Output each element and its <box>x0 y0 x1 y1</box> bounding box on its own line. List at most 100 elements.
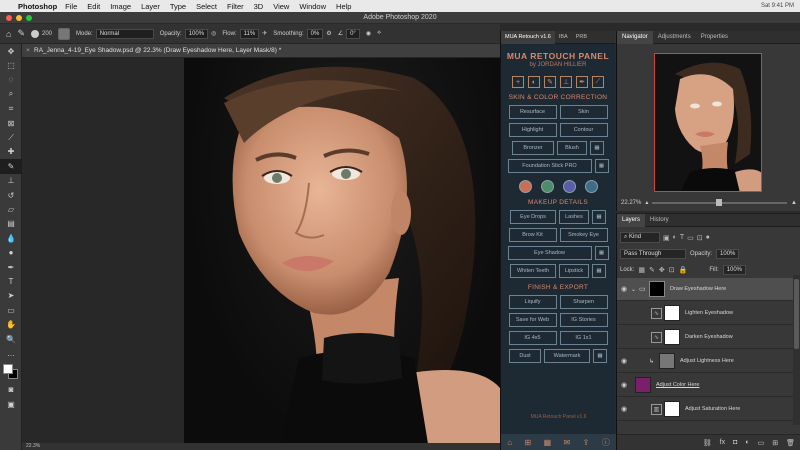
pen-icon[interactable]: ✒ <box>576 76 588 88</box>
home-icon[interactable]: ⌂ <box>6 29 11 39</box>
brush-preset-icon[interactable]: ✎ <box>544 76 556 88</box>
dropper-icon[interactable]: ⟋ <box>592 76 604 88</box>
ig-4x5-button[interactable]: IG 4x5 <box>508 331 557 345</box>
close-document-icon[interactable]: × <box>22 47 34 54</box>
tab-iba[interactable]: IBA <box>555 34 572 40</box>
zoom-window-icon[interactable] <box>26 15 32 21</box>
menu-image[interactable]: Image <box>110 2 131 11</box>
layer-row-lighten-eyeshadow[interactable]: ∿ Lighten Eyeshadow <box>617 302 793 325</box>
history-brush-tool-icon[interactable]: ↺ <box>0 188 22 202</box>
blush-button[interactable]: Blush <box>557 141 587 155</box>
group-disclosure-icon[interactable]: ⌄ <box>631 286 639 293</box>
visibility-eye-icon[interactable]: ◉ <box>617 381 631 389</box>
pressure-opacity-icon[interactable]: ◎ <box>211 30 216 37</box>
path-selection-tool-icon[interactable]: ➤ <box>0 289 22 303</box>
navigator-zoom-value[interactable]: 22.27% <box>621 200 641 206</box>
sharpen-button[interactable]: Sharpen <box>559 295 608 309</box>
layer-name[interactable]: Draw Eyeshadow Here <box>670 286 726 292</box>
flow-input[interactable]: 11% <box>239 28 260 39</box>
eye-shadow-options-icon[interactable]: ▦ <box>594 246 609 260</box>
layer-name[interactable]: Adjust Color Here <box>656 382 699 388</box>
menu-help[interactable]: Help <box>336 2 351 11</box>
mode-select[interactable]: Normal <box>95 28 154 39</box>
layer-mask-thumbnail[interactable] <box>664 329 680 345</box>
filter-smart-object-icon[interactable]: ⊡ <box>697 234 703 242</box>
tab-layers[interactable]: Layers <box>617 213 646 227</box>
eraser-tool-icon[interactable]: ▱ <box>0 202 22 216</box>
mua-export-icon[interactable]: ⇪ <box>583 438 590 447</box>
layer-name[interactable]: Lighten Eyeshadow <box>685 310 733 316</box>
menu-3d[interactable]: 3D <box>254 2 264 11</box>
filter-shape-icon[interactable]: ▭ <box>687 234 694 242</box>
color-circle-3[interactable] <box>562 180 576 193</box>
menu-edit[interactable]: Edit <box>87 2 100 11</box>
export-options-icon[interactable]: ▦ <box>593 349 607 363</box>
filter-type-icon[interactable]: T <box>680 234 684 241</box>
lock-all-icon[interactable]: 🔒 <box>679 266 688 274</box>
clone-stamp-tool-icon[interactable]: ⊥ <box>0 174 22 188</box>
visibility-eye-icon[interactable]: ◉ <box>617 285 631 293</box>
visibility-eye-icon[interactable]: ◉ <box>617 357 631 365</box>
type-tool-icon[interactable]: T <box>0 274 22 288</box>
layer-row-adjust-saturation[interactable]: ◉ ▥ Adjust Saturation Here <box>617 398 793 421</box>
save-for-web-button[interactable]: Save for Web <box>508 313 557 327</box>
lock-position-icon[interactable]: ✥ <box>659 266 665 274</box>
zoom-out-icon[interactable]: ▴ <box>645 199 648 206</box>
menu-select[interactable]: Select <box>196 2 217 11</box>
frame-tool-icon[interactable]: ⊠ <box>0 116 22 130</box>
filter-pixel-icon[interactable]: ▣ <box>663 234 670 242</box>
rectangle-tool-icon[interactable]: ▭ <box>0 303 22 317</box>
quick-select-tool-icon[interactable]: ⌕ <box>0 87 22 101</box>
fix-icon[interactable]: + <box>512 76 524 88</box>
dodge-tool-icon[interactable]: ● <box>0 245 22 259</box>
tab-adjustments[interactable]: Adjustments <box>653 31 696 44</box>
contour-button[interactable]: Contour <box>559 123 608 137</box>
mua-cart-icon[interactable]: ⊞ <box>524 438 531 447</box>
marquee-tool-icon[interactable]: ⬚ <box>0 58 22 72</box>
bronzer-button[interactable]: Bronzer <box>512 141 554 155</box>
layer-mask-thumbnail[interactable] <box>664 305 680 321</box>
visibility-eye-icon[interactable]: ◉ <box>617 405 631 413</box>
liquify-button[interactable]: Liquify <box>508 295 557 309</box>
layer-row-adjust-lightness[interactable]: ◉ ↳ Adjust Lightness Here <box>617 350 793 373</box>
whiten-teeth-button[interactable]: Whiten Teeth <box>510 264 556 278</box>
filter-adjustment-icon[interactable]: ◐ <box>673 234 677 241</box>
lipstick-button[interactable]: Lipstick <box>559 264 589 278</box>
delete-layer-icon[interactable]: 🗑 <box>786 439 795 447</box>
menu-app-name[interactable]: Photoshop <box>18 2 57 11</box>
close-window-icon[interactable] <box>6 15 12 21</box>
layer-filter-kind-select[interactable]: ⌕ Kind <box>620 232 660 243</box>
new-layer-icon[interactable]: ⊞ <box>772 439 778 447</box>
move-tool-icon[interactable]: ✥ <box>0 44 22 58</box>
brush-tool-preset-icon[interactable]: ✎ <box>17 28 25 39</box>
layer-thumbnail[interactable] <box>659 353 675 369</box>
layer-row-draw-eyeshadow[interactable]: ◉ ⌄ ▭ Draw Eyeshadow Here <box>617 278 793 301</box>
airbrush-icon[interactable]: ✈ <box>262 30 267 37</box>
smokey-eye-button[interactable]: Smokey Eye <box>559 228 608 242</box>
link-layers-icon[interactable]: ⛓ <box>703 439 712 447</box>
add-mask-icon[interactable]: ◘ <box>733 439 737 446</box>
brow-kit-button[interactable]: Brow Kit <box>508 228 557 242</box>
color-swatches[interactable] <box>0 361 22 383</box>
pen-tool-icon[interactable]: ✒ <box>0 260 22 274</box>
lock-artboard-icon[interactable]: ⊡ <box>669 266 675 274</box>
dust-button[interactable]: Dust <box>509 349 541 363</box>
lock-transparent-icon[interactable]: ▦ <box>638 266 645 274</box>
foreground-color-swatch[interactable] <box>3 363 13 374</box>
navigator-thumbnail[interactable] <box>654 53 762 192</box>
tab-mua-retouch[interactable]: MUA Retouch v1.6 <box>501 30 555 44</box>
skin-options-icon[interactable]: ▦ <box>590 141 604 155</box>
zoom-in-icon[interactable]: ▲ <box>791 200 797 206</box>
color-circle-2[interactable] <box>540 180 554 193</box>
tone-icon[interactable]: ◐ <box>528 76 540 88</box>
layer-name[interactable]: Adjust Saturation Here <box>685 406 740 412</box>
document-tab[interactable]: × RA_Jenna_4-19_Eye Shadow.psd @ 22.3% (… <box>22 44 500 58</box>
opacity-input[interactable]: 100% <box>184 28 209 39</box>
resurface-button[interactable]: Resurface <box>508 105 557 119</box>
brush-tool-icon[interactable]: ✎ <box>0 159 22 174</box>
color-circle-1[interactable] <box>518 180 532 193</box>
tab-history[interactable]: History <box>645 214 674 227</box>
hand-tool-icon[interactable]: ✋ <box>0 317 22 331</box>
ig-1x1-button[interactable]: IG 1x1 <box>559 331 608 345</box>
ig-stories-button[interactable]: IG Stories <box>559 313 608 327</box>
